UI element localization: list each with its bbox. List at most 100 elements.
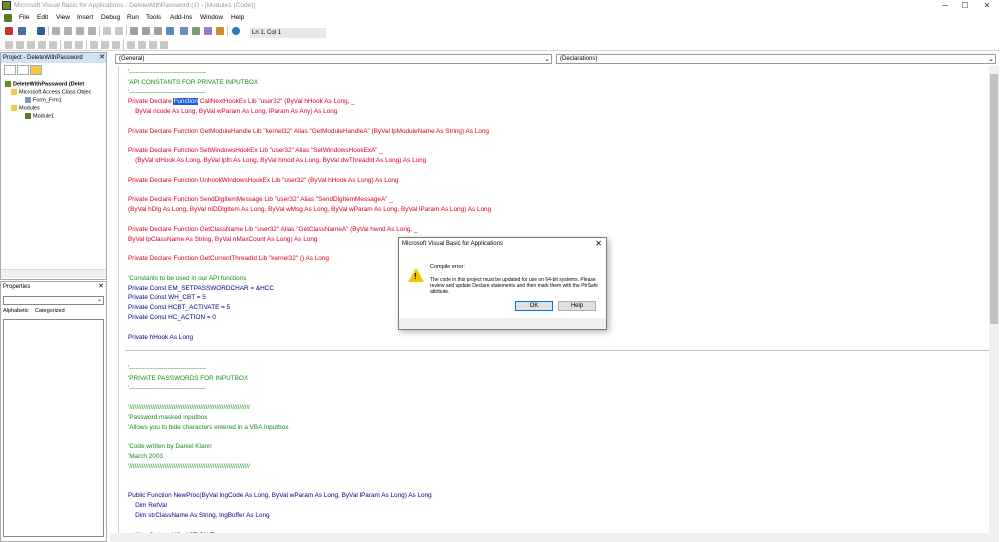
code-line[interactable]: Dim RetVal — [128, 502, 167, 509]
menu-help[interactable]: Help — [231, 14, 244, 21]
design-mode-icon[interactable] — [166, 27, 174, 35]
menu-add-ins[interactable]: Add-Ins — [170, 14, 192, 21]
code-line[interactable]: Private Const HCBT_ACTIVATE = 5 — [128, 304, 230, 311]
code-line[interactable]: Private Declare Function UnhookWindowsHo… — [128, 177, 398, 184]
toggle-breakpoint-icon[interactable] — [90, 41, 98, 49]
object-combo[interactable]: (General) ⌄ — [115, 54, 552, 64]
code-line[interactable]: Private Declare Function GetClassName Li… — [128, 226, 418, 233]
code-line[interactable]: (ByVal hDlg As Long, ByVal nIDDlgItem As… — [128, 206, 491, 213]
quick-info-icon[interactable] — [27, 41, 35, 49]
redo-icon[interactable] — [115, 27, 123, 35]
access-icon[interactable] — [5, 27, 13, 35]
code-line[interactable]: Public Function NewProc(ByVal lngCode As… — [128, 492, 432, 499]
properties-close-button[interactable]: ✕ — [98, 282, 104, 291]
outdent-icon[interactable] — [75, 41, 83, 49]
view-code-button[interactable] — [4, 65, 16, 75]
code-line[interactable]: '///////////////////////////////////////… — [128, 463, 250, 470]
procedure-combo[interactable]: (Declarations) ⌄ — [556, 54, 996, 64]
object-browser-icon[interactable] — [204, 27, 212, 35]
code-line[interactable]: Private hHook As Long — [128, 334, 193, 341]
clear-bookmarks-icon[interactable] — [160, 41, 168, 49]
code-line[interactable]: Private Declare Function CallNextHookEx … — [128, 98, 355, 106]
code-line[interactable]: 'Allows you to hide characters entered i… — [128, 424, 290, 431]
code-line[interactable]: Private Declare Function SetWindowsHookE… — [128, 147, 383, 154]
break-icon[interactable] — [142, 27, 150, 35]
toggle-bookmark-icon[interactable] — [127, 41, 135, 49]
code-line[interactable]: '------------------------------------ — [128, 365, 206, 372]
properties-grid[interactable] — [3, 319, 104, 537]
menu-debug[interactable]: Debug — [101, 14, 120, 21]
tab-categorized[interactable]: Categorized — [35, 308, 65, 314]
code-line[interactable]: Private Const HC_ACTION = 0 — [128, 314, 216, 321]
cut-icon[interactable] — [52, 27, 60, 35]
indent-icon[interactable] — [64, 41, 72, 49]
close-button[interactable]: ✕ — [977, 0, 997, 12]
code-line[interactable]: (ByVal idHook As Long, ByVal lpfn As Lon… — [128, 157, 426, 164]
help-button[interactable]: Help — [558, 301, 596, 311]
tab-alphabetic[interactable]: Alphabetic — [3, 308, 29, 314]
tree-item-form[interactable]: Form_Frm1 — [25, 97, 62, 103]
help-icon[interactable] — [232, 27, 240, 35]
menu-tools[interactable]: Tools — [146, 14, 161, 21]
code-line[interactable]: 'API CONSTANTS FOR PRIVATE INPUTBOX — [128, 79, 258, 86]
properties-object-dropdown[interactable]: ⌄ — [3, 296, 104, 305]
copy-icon[interactable] — [64, 27, 72, 35]
code-line[interactable]: Private Const EM_SETPASSWORDCHAR = &HCC — [128, 285, 274, 292]
properties-window-icon[interactable] — [192, 27, 200, 35]
code-horizontal-scrollbar[interactable] — [110, 533, 989, 542]
project-close-button[interactable]: ✕ — [99, 53, 105, 62]
menu-insert[interactable]: Insert — [77, 14, 93, 21]
project-horizontal-scrollbar[interactable] — [1, 269, 106, 278]
code-line[interactable]: 'PRIVATE PASSWORDS FOR INPUTBOX — [128, 375, 248, 382]
uncomment-block-icon[interactable] — [112, 41, 120, 49]
menu-run[interactable]: Run — [127, 14, 139, 21]
previous-bookmark-icon[interactable] — [149, 41, 157, 49]
list-properties-icon[interactable] — [5, 41, 13, 49]
project-explorer-icon[interactable] — [180, 27, 188, 35]
paste-icon[interactable] — [76, 27, 84, 35]
code-line[interactable]: Private Declare Function SendDlgItemMess… — [128, 196, 393, 203]
code-line[interactable]: '------------------------------------ — [128, 69, 206, 76]
code-line[interactable]: Private Declare Function GetModuleHandle… — [128, 128, 489, 135]
comment-block-icon[interactable] — [101, 41, 109, 49]
toolbox-icon[interactable] — [216, 27, 224, 35]
menu-view[interactable]: View — [56, 14, 70, 21]
tree-item-project[interactable]: DeleteWithPassword (Delet — [5, 81, 84, 87]
code-line[interactable]: '///////////////////////////////////////… — [128, 404, 250, 411]
code-vertical-scrollbar[interactable] — [989, 66, 999, 542]
undo-icon[interactable] — [103, 27, 111, 35]
reset-icon[interactable] — [154, 27, 162, 35]
complete-word-icon[interactable] — [49, 41, 57, 49]
run-icon[interactable] — [130, 27, 138, 35]
code-line[interactable]: Dim strClassName As String, lngBuffer As… — [128, 512, 270, 519]
code-line[interactable]: Private Const WH_CBT = 5 — [128, 294, 206, 301]
dialog-close-button[interactable]: ✕ — [595, 238, 602, 250]
insert-module-icon[interactable] — [18, 27, 26, 35]
code-line[interactable]: 'Password masked inputbox — [128, 414, 207, 421]
toggle-folders-button[interactable] — [30, 65, 42, 75]
maximize-button[interactable]: ☐ — [955, 0, 975, 12]
code-line[interactable]: 'Code written by Daniel Klann — [128, 443, 212, 450]
tree-item-class-objects[interactable]: Microsoft Access Class Objec — [11, 89, 91, 95]
code-line[interactable]: ByVal ncode As Long, ByVal wParam As Lon… — [128, 108, 337, 115]
menu-file[interactable]: File — [19, 14, 29, 21]
menu-edit[interactable]: Edit — [37, 14, 48, 21]
code-line[interactable]: Private Declare Function GetCurrentThrea… — [128, 255, 329, 262]
ok-button[interactable]: OK — [515, 301, 553, 311]
tree-item-module1[interactable]: Module1 — [25, 113, 54, 119]
save-icon[interactable] — [37, 27, 45, 35]
menu-window[interactable]: Window — [200, 14, 223, 21]
code-line[interactable]: ByVal lpClassName As String, ByVal nMaxC… — [128, 236, 317, 243]
view-object-button[interactable] — [17, 65, 29, 75]
next-bookmark-icon[interactable] — [138, 41, 146, 49]
code-line[interactable]: 'March 2003 — [128, 453, 163, 460]
code-line[interactable]: '------------------------------------ — [128, 385, 206, 392]
tree-item-modules[interactable]: Modules — [11, 105, 40, 111]
list-constants-icon[interactable] — [16, 41, 24, 49]
selected-text[interactable]: Function — [173, 98, 198, 106]
minimize-button[interactable]: ─ — [935, 0, 955, 12]
find-icon[interactable] — [88, 27, 96, 35]
code-line[interactable]: '------------------------------------ — [128, 89, 206, 96]
parameter-info-icon[interactable] — [38, 41, 46, 49]
scrollbar-thumb[interactable] — [990, 74, 998, 324]
